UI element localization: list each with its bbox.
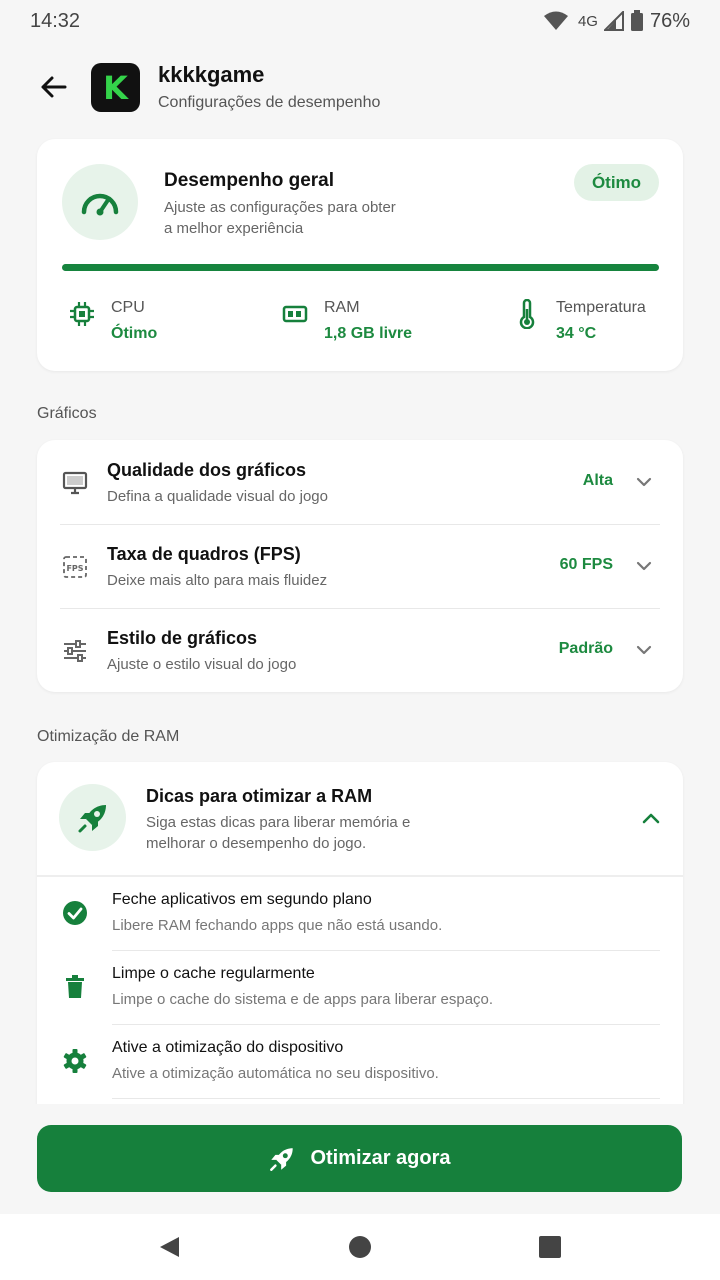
tip-item: Ative a otimização do dispositivo Ative … [37, 1025, 683, 1099]
rocket-icon [78, 804, 106, 832]
performance-title: Desempenho geral [164, 170, 334, 191]
setting-value: Alta [582, 472, 613, 489]
cpu-icon [67, 299, 97, 329]
status-bar: 14:32 4G 76% [0, 0, 720, 42]
rocket-icon [270, 1147, 294, 1171]
tip-title: Limpe o cache regularmente [112, 965, 315, 982]
section-title-graphics: Gráficos [37, 405, 97, 422]
app-logo-letter: K [103, 68, 128, 107]
gear-icon [61, 1047, 89, 1075]
header-text: kkkkgame Configurações de desempenho [158, 62, 380, 112]
tip-item: Limpe o cache regularmente Limpe o cache… [37, 951, 683, 1025]
setting-row-graphics-quality[interactable]: Qualidade dos gráficos Defina a qualidad… [37, 440, 683, 524]
wifi-icon [543, 11, 568, 30]
network-type: 4G [577, 12, 598, 30]
tip-title: Feche aplicativos em segundo plano [112, 891, 372, 908]
setting-title: Estilo de gráficos [107, 628, 258, 648]
check-circle-icon [61, 899, 89, 927]
stat-temperature-value: 34 °C [556, 325, 597, 342]
ram-tips-title: Dicas para otimizar a RAM [146, 786, 373, 806]
chevron-down-icon [636, 477, 652, 487]
stat-cpu-label: CPU [111, 299, 145, 316]
ram-tips-description: Siga estas dicas para liberar memória e … [146, 814, 411, 852]
stat-cpu-value: Ótimo [111, 325, 158, 342]
stat-ram-label: RAM [324, 299, 360, 316]
chevron-down-icon [636, 645, 652, 655]
circle-home-icon [349, 1236, 371, 1258]
setting-value: Padrão [558, 640, 613, 657]
setting-description: Ajuste o estilo visual do jogo [107, 656, 297, 673]
performance-progress-fill [62, 264, 659, 271]
nav-home-button[interactable] [347, 1234, 373, 1260]
performance-progress-bar [62, 264, 659, 271]
gauge-icon-badge [62, 164, 138, 240]
ram-tips-card: Dicas para otimizar a RAM Siga estas dic… [37, 762, 683, 1107]
rocket-icon-badge [59, 784, 126, 851]
tip-description: Ative a otimização automática no seu dis… [112, 1065, 439, 1082]
setting-title: Qualidade dos gráficos [107, 460, 307, 480]
setting-description: Deixe mais alto para mais fluidez [107, 572, 328, 589]
stat-ram-value: 1,8 GB livre [324, 325, 413, 342]
svg-text:FPS: FPS [66, 564, 83, 573]
performance-card: Desempenho geral Ajuste as configurações… [37, 139, 683, 371]
gauge-icon [81, 193, 119, 216]
setting-title: Taxa de quadros (FPS) [107, 544, 301, 564]
setting-row-graphics-style[interactable]: Estilo de gráficos Ajuste o estilo visua… [37, 608, 683, 692]
square-recents-icon [539, 1236, 561, 1258]
arrow-left-icon [41, 76, 67, 98]
signal-icon [603, 11, 624, 31]
monitor-icon [60, 468, 90, 498]
trash-icon [61, 973, 89, 1001]
system-navigation-bar [0, 1214, 720, 1280]
chevron-up-icon[interactable] [641, 808, 661, 828]
battery-icon [630, 10, 643, 31]
status-time: 14:32 [30, 9, 81, 32]
status-icons: 4G 76% [543, 9, 690, 33]
app-logo: K [91, 63, 140, 112]
nav-back-button[interactable] [156, 1234, 182, 1260]
app-name: kkkkgame [158, 62, 265, 87]
tip-title: Ative a otimização do dispositivo [112, 1039, 344, 1056]
battery-percent: 76% [649, 9, 690, 32]
thermometer-icon [512, 299, 542, 329]
tip-description: Limpe o cache do sistema e de apps para … [112, 991, 494, 1008]
tip-description: Libere RAM fechando apps que não está us… [112, 917, 443, 934]
status-badge: Ótimo [574, 164, 659, 201]
setting-description: Defina a qualidade visual do jogo [107, 488, 328, 505]
graphics-card: Qualidade dos gráficos Defina a qualidad… [37, 440, 683, 692]
ram-icon [280, 299, 310, 329]
triangle-back-icon [160, 1237, 179, 1257]
optimize-now-label: Otimizar agora [310, 1147, 451, 1169]
app-header: K kkkkgame Configurações de desempenho [0, 58, 720, 118]
nav-recents-button[interactable] [537, 1234, 563, 1260]
divider [112, 1098, 660, 1099]
fps-icon: FPS [60, 552, 90, 582]
stat-temperature-label: Temperatura [556, 299, 646, 316]
back-button[interactable] [36, 70, 70, 104]
chevron-down-icon [636, 561, 652, 571]
setting-value: 60 FPS [559, 556, 613, 573]
tip-item: Feche aplicativos em segundo plano Liber… [37, 877, 683, 951]
page-subtitle: Configurações de desempenho [158, 94, 381, 111]
sliders-icon [60, 636, 90, 666]
performance-description: Ajuste as configurações para obter a mel… [164, 199, 396, 237]
section-title-ram: Otimização de RAM [37, 728, 180, 745]
optimize-now-button[interactable]: Otimizar agora [37, 1125, 682, 1192]
setting-row-frame-rate[interactable]: FPS Taxa de quadros (FPS) Deixe mais alt… [37, 524, 683, 608]
